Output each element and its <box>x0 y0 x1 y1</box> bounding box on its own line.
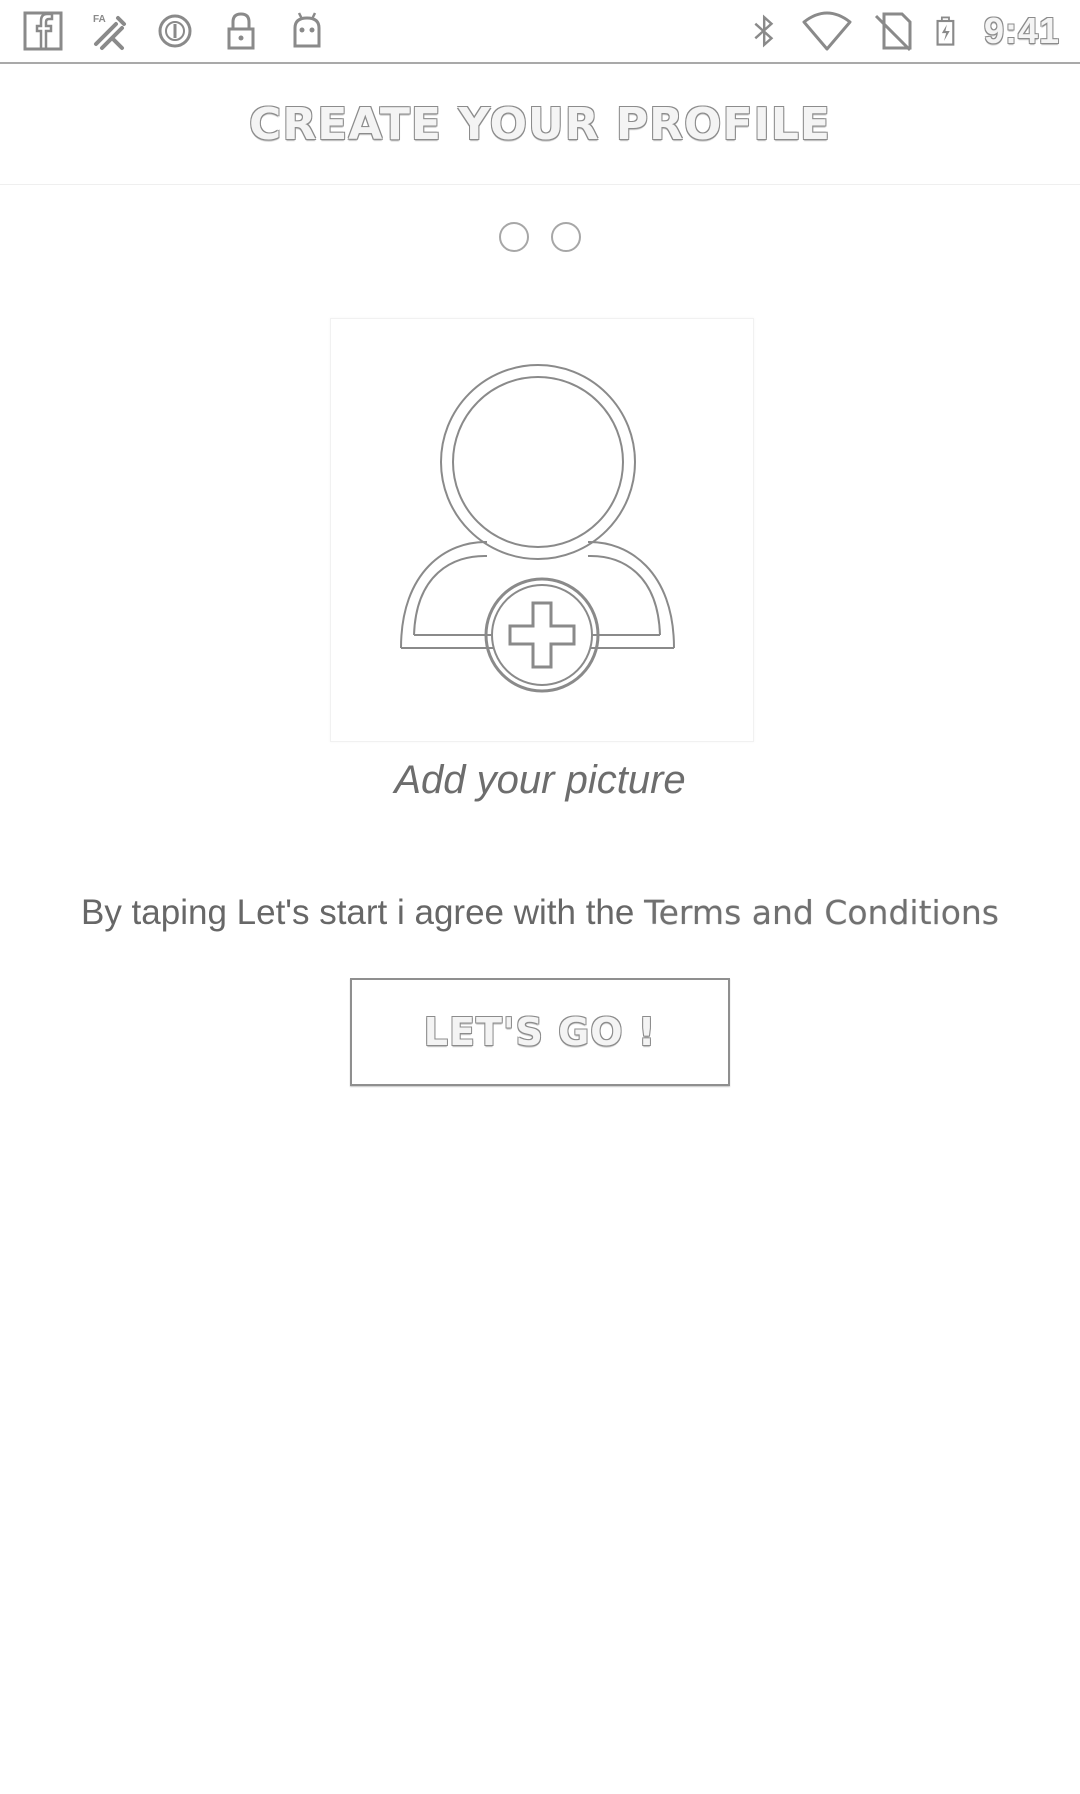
status-bar: FA 9:41 <box>0 0 1080 64</box>
no-sim-icon <box>874 12 912 52</box>
header-bar: CREATE YOUR PROFILE <box>0 64 1080 185</box>
battery-charging-icon <box>936 16 955 46</box>
facebook-icon <box>23 11 63 51</box>
page-indicator-dot <box>499 222 529 252</box>
lets-go-button[interactable]: LET'S GO ! <box>350 978 730 1086</box>
system-icons: 9:41 <box>748 6 1060 56</box>
android-debug-icon <box>293 12 321 48</box>
page-title: CREATE YOUR PROFILE <box>249 98 831 150</box>
page-indicator-dot <box>551 222 581 252</box>
avatar-picker[interactable] <box>330 318 754 742</box>
add-picture-caption: Add your picture <box>394 758 686 802</box>
terms-text: By taping Let's start i agree with the T… <box>0 893 1080 933</box>
lock-icon <box>227 12 255 50</box>
lets-go-label: LET'S GO ! <box>423 1010 657 1054</box>
terms-prefix: By taping Let's start i agree with the <box>80 893 645 932</box>
data-saver-icon <box>158 14 192 48</box>
wifi-icon <box>802 11 852 51</box>
notification-icons: FA <box>22 6 328 56</box>
terms-link[interactable]: Terms and Conditions <box>644 893 999 932</box>
bluetooth-icon <box>754 14 774 48</box>
tools-icon: FA <box>93 14 126 50</box>
page-indicator <box>0 222 1080 252</box>
add-user-icon <box>400 364 675 693</box>
clock-time: 9:41 <box>983 10 1060 51</box>
svg-text:FA: FA <box>93 14 106 25</box>
